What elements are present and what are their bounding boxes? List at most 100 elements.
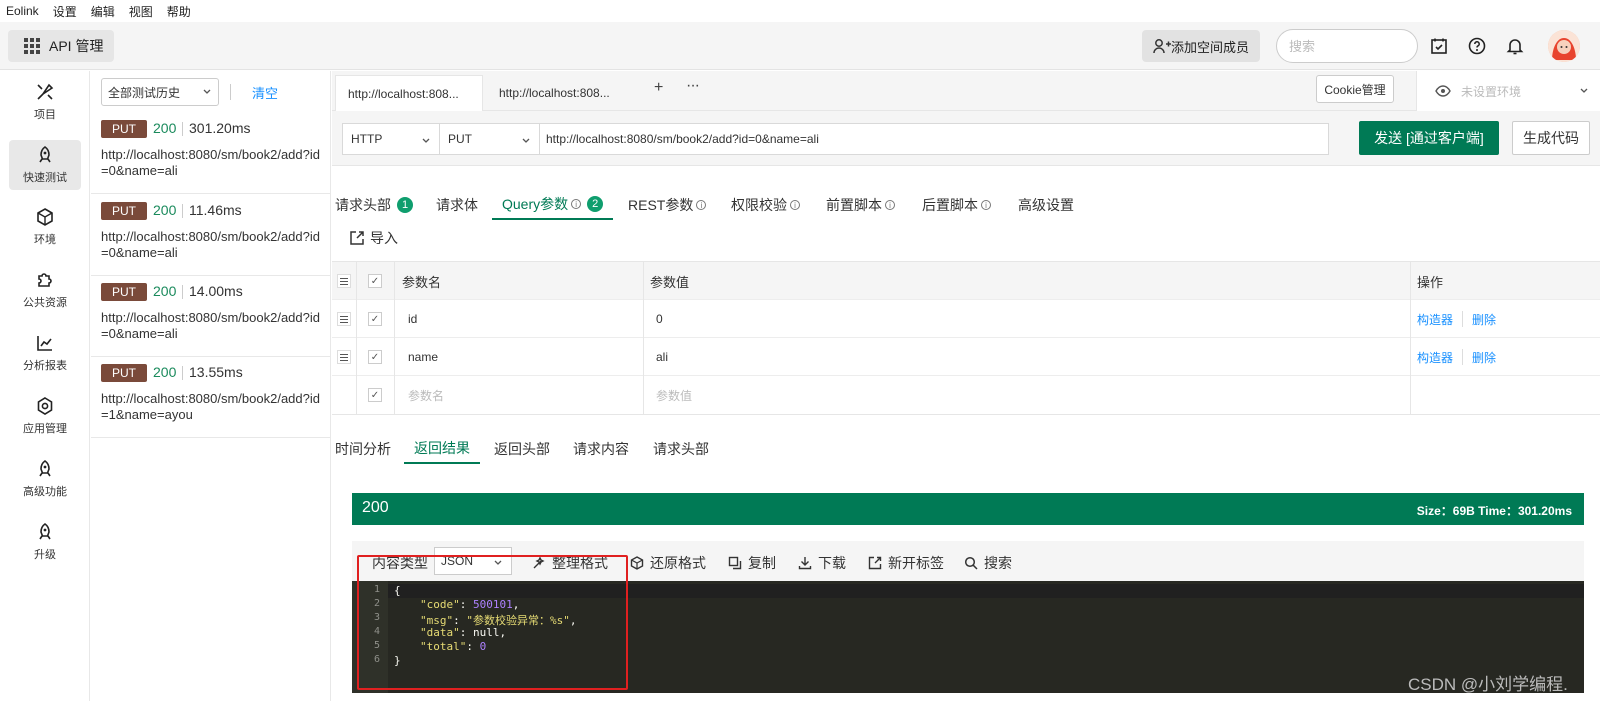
add-tab-icon[interactable]: +: [654, 79, 663, 97]
nav-item-analytics[interactable]: 分析报表: [9, 328, 81, 378]
drag-handle-icon[interactable]: [337, 350, 351, 364]
param-value[interactable]: 0: [656, 300, 663, 338]
protocol-select[interactable]: HTTP: [342, 123, 440, 155]
content-type-select[interactable]: JSON: [434, 547, 512, 575]
search-button[interactable]: 搜索: [964, 553, 1012, 573]
param-name[interactable]: id: [408, 300, 417, 338]
generate-code-button[interactable]: 生成代码: [1512, 121, 1590, 155]
column-header-name: 参数名: [402, 274, 442, 290]
row-checkbox[interactable]: ✓: [368, 350, 382, 364]
chart-icon: [37, 336, 52, 351]
request-tabs-bar: http://localhost:808... http://localhost…: [332, 71, 1600, 111]
method-select[interactable]: PUT: [440, 123, 540, 155]
param-value-placeholder[interactable]: 参数值: [656, 376, 692, 414]
tab-request-content[interactable]: 请求内容: [573, 434, 629, 464]
param-name[interactable]: name: [408, 338, 438, 376]
url-input[interactable]: [540, 123, 1329, 155]
info-icon: i: [571, 199, 582, 209]
gear-icon: [37, 397, 53, 415]
send-button[interactable]: 发送 [通过客户端]: [1359, 121, 1499, 155]
avatar[interactable]: [1548, 30, 1580, 62]
menu-icon[interactable]: [337, 274, 351, 288]
environment-select[interactable]: 未设置环境: [1416, 71, 1600, 111]
row-checkbox[interactable]: ✓: [368, 388, 382, 402]
param-name-placeholder[interactable]: 参数名: [408, 376, 444, 414]
history-item[interactable]: PUT 200 14.00ms http://localhost:8080/sm…: [91, 275, 331, 357]
tab-post-script[interactable]: 后置脚本 i: [922, 190, 991, 220]
tab-request-headers[interactable]: 请求头部: [653, 434, 709, 464]
history-item[interactable]: PUT 200 13.55ms http://localhost:8080/sm…: [91, 356, 331, 438]
history-filter-select[interactable]: 全部测试历史: [101, 78, 219, 106]
nav-item-public-resources[interactable]: 公共资源: [9, 265, 81, 315]
download-button[interactable]: 下载: [798, 553, 846, 573]
json-number: 500101: [473, 598, 513, 611]
row-checkbox[interactable]: ✓: [368, 312, 382, 326]
request-tab[interactable]: http://localhost:808...: [335, 75, 483, 111]
status-code: 200: [153, 120, 177, 136]
nav-item-project[interactable]: 项目: [9, 77, 81, 127]
format-button[interactable]: 整理格式: [532, 553, 608, 573]
tab-response-result[interactable]: 返回结果: [404, 434, 480, 464]
delete-link[interactable]: 删除: [1472, 311, 1496, 328]
code-line: "data": null,: [420, 626, 507, 639]
nav-item-advanced[interactable]: 高级功能: [9, 454, 81, 504]
help-icon[interactable]: [1467, 36, 1487, 56]
history-item[interactable]: PUT 200 11.46ms http://localhost:8080/sm…: [91, 194, 331, 276]
builder-link[interactable]: 构造器: [1417, 311, 1453, 328]
tab-auth[interactable]: 权限校验 i: [731, 190, 800, 220]
tab-response-headers[interactable]: 返回头部: [494, 434, 550, 464]
nav-item-environment[interactable]: 环境: [9, 202, 81, 252]
cookie-button[interactable]: Cookie管理: [1316, 75, 1394, 103]
menu-edit[interactable]: 编辑: [91, 3, 115, 20]
bell-icon[interactable]: [1505, 36, 1525, 56]
tab-advanced-settings[interactable]: 高级设置: [1018, 190, 1074, 220]
divider: [182, 122, 183, 136]
left-nav: 项目 快速测试 环境 公共资源 分析报表 应用管理 高级功能 升级: [0, 71, 90, 701]
divider: [182, 204, 183, 218]
nav-item-app-management[interactable]: 应用管理: [9, 391, 81, 441]
nav-item-upgrade[interactable]: 升级: [9, 517, 81, 567]
json-number: 0: [479, 640, 487, 653]
drag-handle-icon[interactable]: [337, 312, 351, 326]
copy-button[interactable]: 复制: [728, 553, 776, 573]
tab-pre-script[interactable]: 前置脚本 i: [826, 190, 895, 220]
builder-link[interactable]: 构造器: [1417, 349, 1453, 366]
tab-request-headers[interactable]: 请求头部 1: [335, 190, 413, 220]
param-value[interactable]: ali: [656, 338, 668, 376]
code-line: {: [394, 584, 401, 597]
response-code-editor[interactable]: 1 2 3 4 5 6 { "code": 500101, "msg": "参数…: [352, 581, 1584, 693]
code-line: "code": 500101,: [420, 598, 520, 611]
search-input[interactable]: [1276, 29, 1418, 63]
menu-app[interactable]: Eolink: [6, 4, 39, 18]
restore-format-label: 还原格式: [650, 555, 706, 571]
menu-settings[interactable]: 设置: [53, 3, 77, 20]
tab-time-analysis[interactable]: 时间分析: [335, 434, 391, 464]
add-member-button[interactable]: 添加空间成员: [1142, 30, 1260, 62]
open-new-tab-button[interactable]: 新开标签: [868, 553, 944, 573]
calendar-check-icon[interactable]: [1429, 36, 1449, 56]
import-button[interactable]: 导入: [350, 228, 398, 248]
brush-icon: [37, 83, 54, 100]
tab-request-body[interactable]: 请求体: [436, 190, 478, 220]
api-management-button[interactable]: API 管理: [8, 30, 114, 62]
watermark: CSDN @小刘学编程.: [1408, 675, 1568, 694]
select-all-checkbox[interactable]: ✓: [368, 274, 382, 288]
protocol-value: HTTP: [351, 132, 383, 146]
copy-label: 复制: [748, 555, 776, 571]
more-icon[interactable]: ···: [686, 77, 700, 95]
history-item[interactable]: PUT 200 301.20ms http://localhost:8080/s…: [91, 112, 331, 194]
content-type-value: JSON: [441, 554, 474, 568]
chevron-down-icon: [522, 138, 530, 143]
tab-rest-params[interactable]: REST参数 i: [628, 190, 707, 220]
restore-format-button[interactable]: 还原格式: [630, 553, 706, 573]
add-member-label: 添加空间成员: [1170, 39, 1249, 55]
clear-history-button[interactable]: 清空: [252, 83, 278, 102]
request-tab[interactable]: http://localhost:808...: [487, 75, 635, 111]
menu-help[interactable]: 帮助: [167, 3, 191, 20]
delete-link[interactable]: 删除: [1472, 349, 1496, 366]
line-gutter: 1 2 3 4 5 6: [352, 581, 388, 693]
menu-view[interactable]: 视图: [129, 3, 153, 20]
response-time: 14.00ms: [189, 283, 243, 299]
nav-item-quick-test[interactable]: 快速测试: [9, 140, 81, 190]
tab-query-params[interactable]: Query参数 i 2: [492, 190, 614, 220]
